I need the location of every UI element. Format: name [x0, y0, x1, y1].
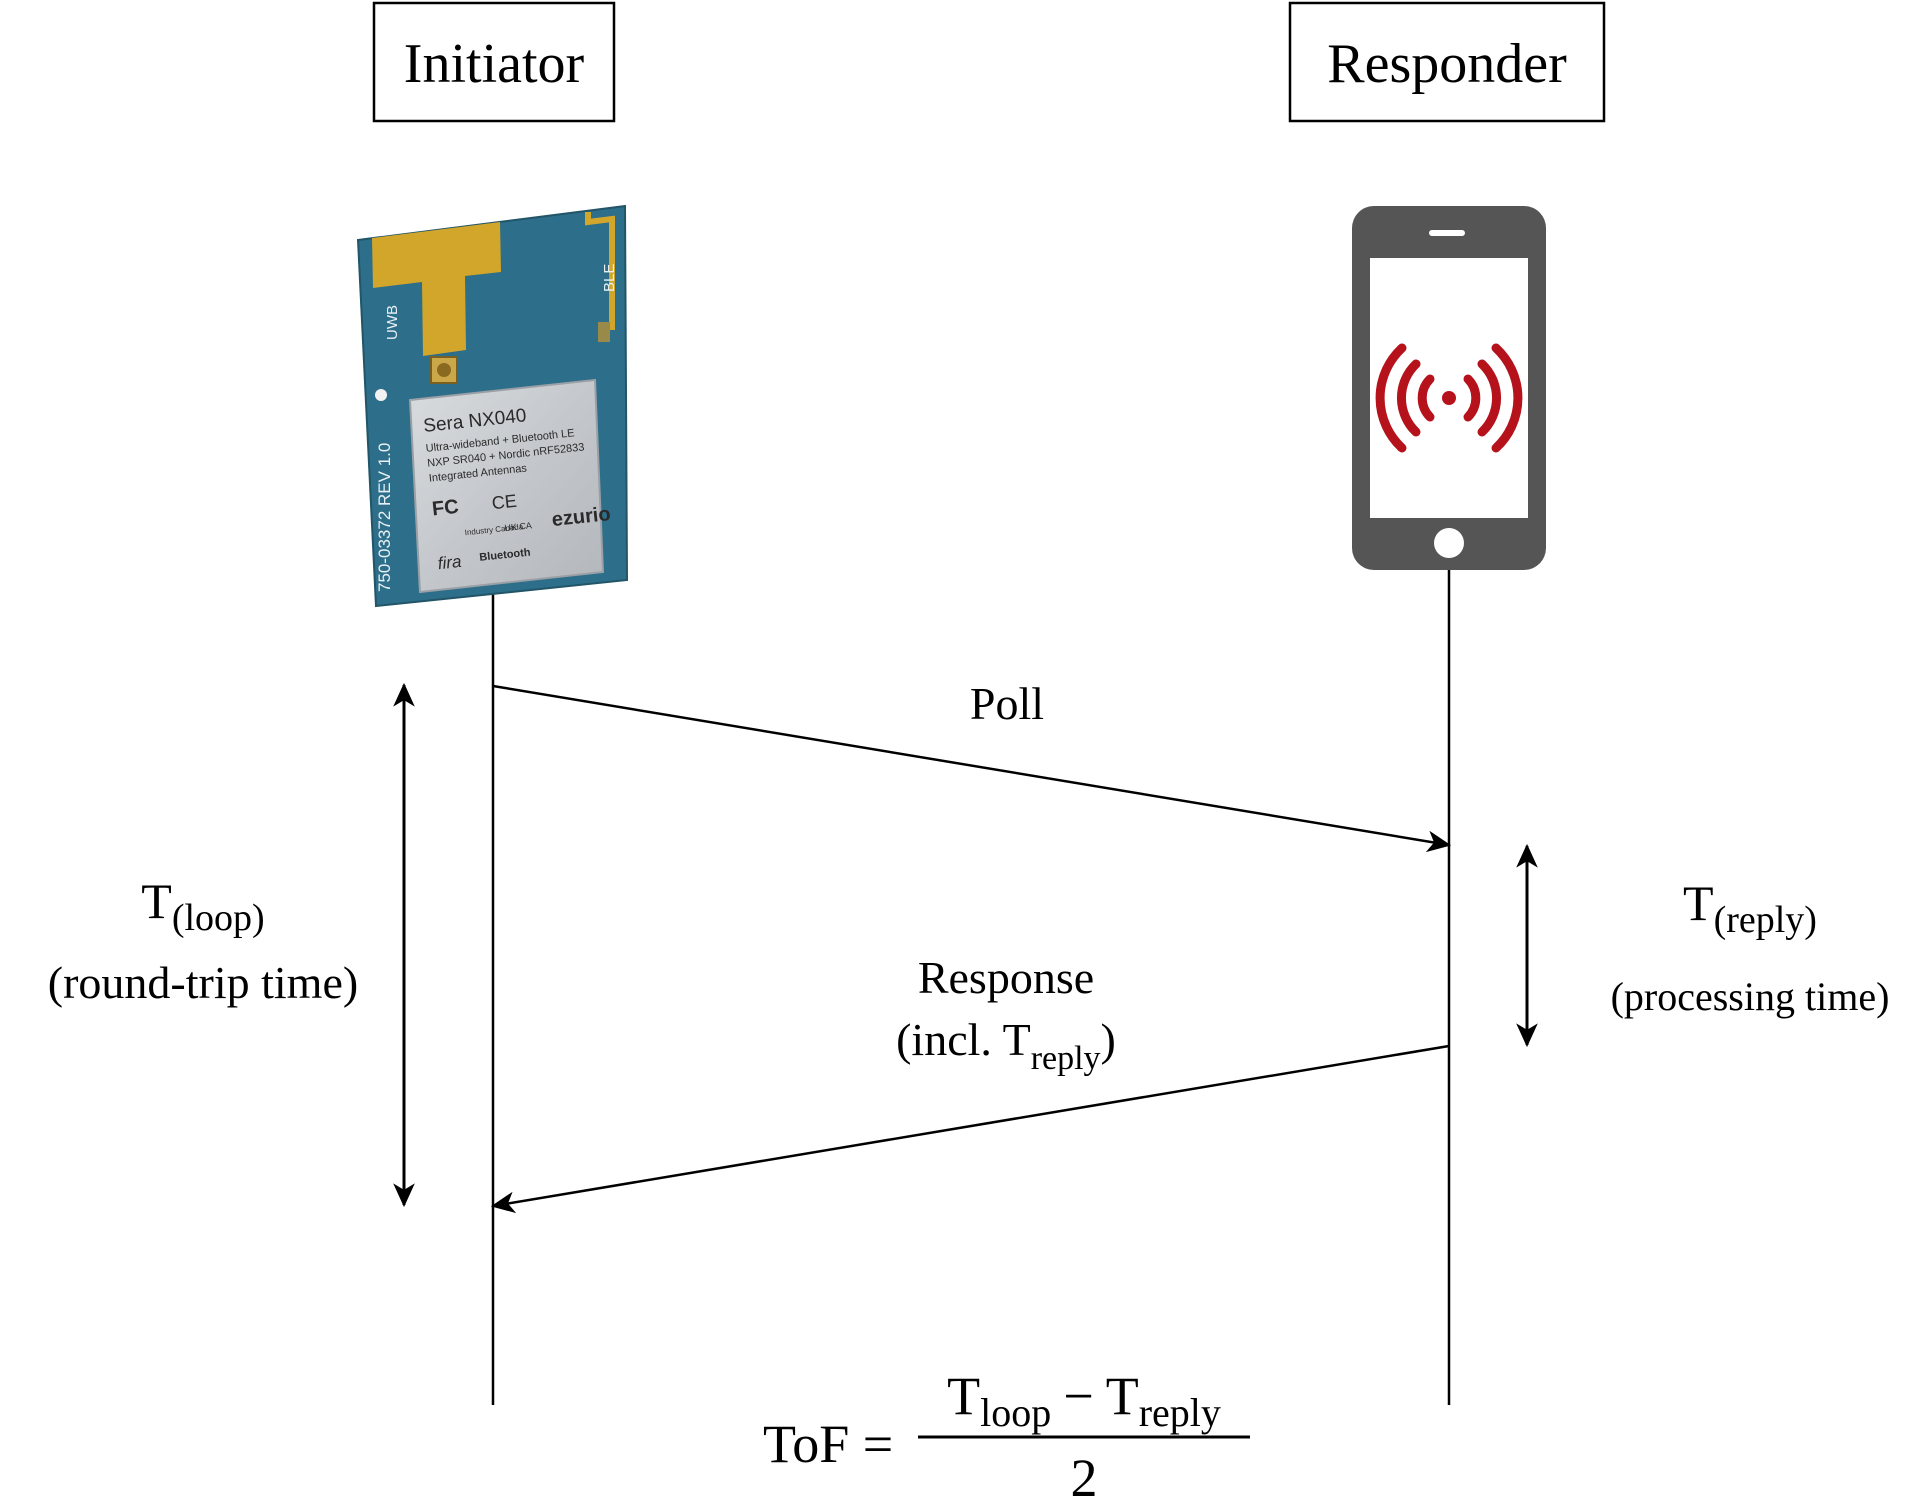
reply-time-description: (processing time): [1611, 974, 1890, 1019]
board-id-label: 750-03372 REV 1.0: [375, 443, 394, 592]
responder-header: Responder: [1288, 1, 1606, 123]
reply-time-symbol: T(reply): [1683, 875, 1817, 941]
fc-mark: FC: [431, 496, 460, 521]
loop-time-description: (round-trip time): [48, 957, 358, 1008]
response-arrow: [490, 1044, 1450, 1214]
phone-screen: [1370, 258, 1528, 518]
responder-label: Responder: [1327, 33, 1567, 95]
loop-time-symbol: T(loop): [141, 873, 264, 939]
response-detail-label: (incl. Treply): [896, 1014, 1116, 1077]
formula-lhs: ToF =: [763, 1414, 893, 1474]
formula-denominator: 2: [1071, 1448, 1098, 1504]
phone-home-button: [1434, 528, 1464, 558]
smartphone-icon: [1352, 206, 1546, 570]
phone-speaker: [1429, 230, 1465, 236]
poll-label: Poll: [970, 678, 1044, 729]
initiator-label: Initiator: [404, 33, 585, 95]
uwb-module-image: UWB BLE 750-03372 REV 1.0 Sera NX040 Ult…: [356, 204, 629, 608]
initiator-header: Initiator: [372, 1, 616, 123]
formula-numerator: Tloop − Treply: [947, 1366, 1221, 1435]
sequence-diagram: Initiator Responder UWB BLE 750-03372 RE…: [48, 1, 1890, 1504]
fira-logo: fira: [437, 552, 462, 573]
response-label: Response: [918, 952, 1094, 1003]
tof-formula: ToF = Tloop − Treply 2: [763, 1366, 1250, 1504]
uwb-pcb-label: UWB: [384, 305, 401, 340]
ble-pcb-label: BLE: [601, 264, 618, 292]
ce-mark: CE: [491, 491, 518, 514]
